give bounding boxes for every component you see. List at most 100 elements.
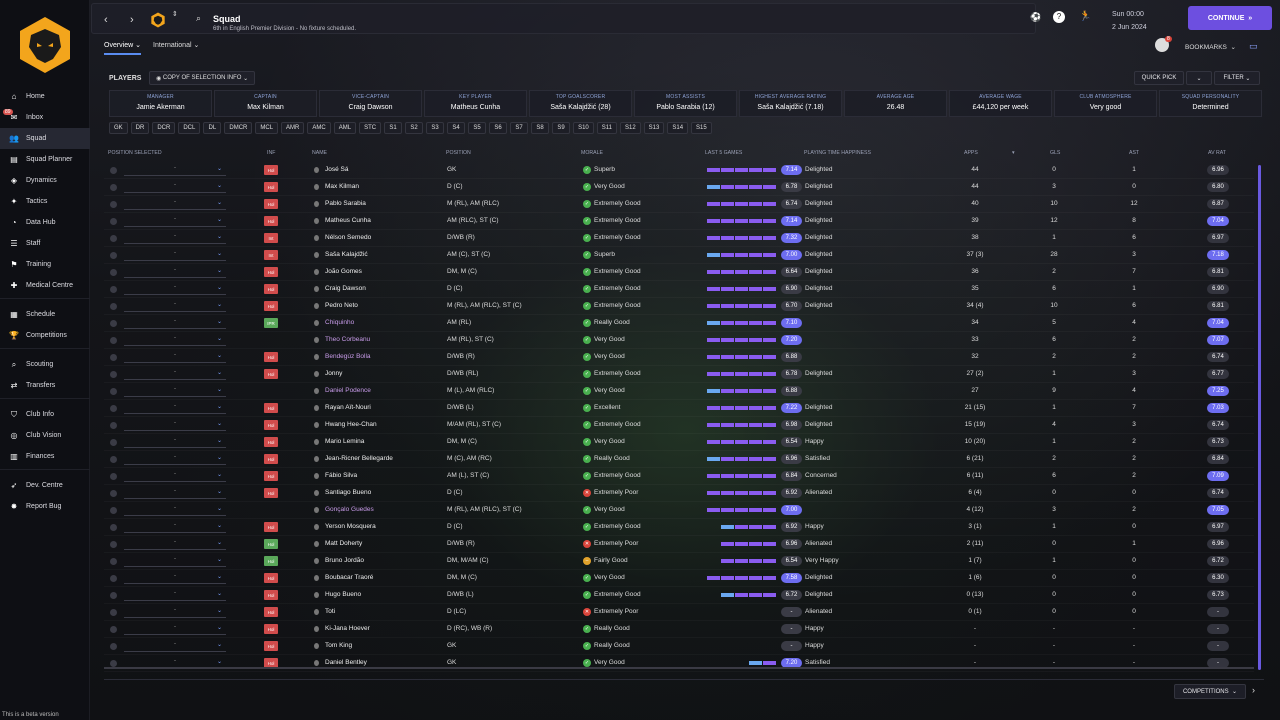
col-position-selected[interactable]: POSITION SELECTED [108,150,162,156]
col-ast[interactable]: AST [1129,150,1139,156]
table-row[interactable]: - ⌄ IPR Chiquinho AM (RL) ✓ Really Good 7.10 34 5… [104,315,1254,332]
table-row[interactable]: - ⌄ Hol Pablo Sarabia M (RL), AM (RLC) ✓ Extre… [104,196,1254,213]
position-select[interactable]: - ⌄ [124,165,226,176]
table-row[interactable]: - ⌄ Theo Corbeanu AM (RL), ST (C) ✓ Very Good… [104,332,1254,349]
filter-dr[interactable]: DR [130,122,150,134]
player-name[interactable]: Max Kilman [325,183,359,190]
quick-pick-dropdown[interactable]: ⌄ [1186,71,1212,85]
sidebar-item-staff[interactable]: ☰ Staff [0,233,90,254]
sidebar-item-home[interactable]: ⌂ Home [0,86,90,107]
table-row[interactable]: - ⌄ Hol Jonny D/WB (RL) ✓ Extremely Good 6.78 De… [104,366,1254,383]
sidebar-item-training[interactable]: ⚑ Training [0,254,90,275]
filter-s13[interactable]: S13 [643,122,665,134]
col-position[interactable]: POSITION [446,150,471,156]
position-select[interactable]: - ⌄ [124,335,226,346]
table-row[interactable]: - ⌄ Hol Pedro Neto M (RL), AM (RLC), ST (C) ✓… [104,298,1254,315]
filter-s12[interactable]: S12 [619,122,641,134]
table-row[interactable]: - ⌄ Hol Boubacar Traoré DM, M (C) ✓ Very Good 7… [104,570,1254,587]
stat-squad-personality[interactable]: SQUAD PERSONALITY Determined [1159,90,1262,117]
filter-s2[interactable]: S2 [405,122,424,134]
sidebar-item-medical-centre[interactable]: ✚ Medical Centre [0,275,90,296]
position-select[interactable]: - ⌄ [124,267,226,278]
selection-dot[interactable] [110,609,117,616]
stat-highest-average-rating[interactable]: HIGHEST AVERAGE RATING Saša Kalajdžić (7.… [739,90,842,117]
position-select[interactable]: - ⌄ [124,199,226,210]
position-select[interactable]: - ⌄ [124,403,226,414]
table-row[interactable]: - ⌄ Hol Hwang Hee-Chan M/AM (RL), ST (C) ✓ Ext… [104,417,1254,434]
player-name[interactable]: Boubacar Traoré [325,574,373,581]
col-last5[interactable]: LAST 5 GAMES [705,150,742,156]
selection-dot[interactable] [110,422,117,429]
position-select[interactable]: - ⌄ [124,573,226,584]
copy-selection-dropdown[interactable]: ◉ COPY OF SELECTION INFO ⌄ [149,71,256,85]
filter-s1[interactable]: S1 [384,122,403,134]
selection-dot[interactable] [110,167,117,174]
selection-dot[interactable] [110,371,117,378]
position-select[interactable]: - ⌄ [124,437,226,448]
player-name[interactable]: Yerson Mosquera [325,523,376,530]
selection-dot[interactable] [110,337,117,344]
player-name[interactable]: Jonny [325,370,342,377]
club-crest-icon[interactable] [15,15,75,75]
position-select[interactable]: - ⌄ [124,539,226,550]
player-name[interactable]: Chiquinho [325,319,354,326]
table-row[interactable]: - ⌄ Hol Max Kilman D (C) ✓ Very Good 6.78 Deligh… [104,179,1254,196]
table-row[interactable]: - ⌄ Hol José Sá GK ✓ Superb 7.14 Delighted 44 0 1 6.… [104,162,1254,179]
position-select[interactable]: - ⌄ [124,488,226,499]
col-inf[interactable]: INF [267,150,275,156]
chevron-right-icon[interactable]: › [1252,685,1255,695]
col-morale[interactable]: MORALE [581,150,603,156]
position-select[interactable]: - ⌄ [124,318,226,329]
col-avrat[interactable]: AV RAT [1208,150,1226,156]
club-badge-icon[interactable] [150,12,166,28]
club-switch-icon[interactable]: ⇕ [172,10,178,18]
stat-average-age[interactable]: AVERAGE AGE 26.48 [844,90,947,117]
player-name[interactable]: Toti [325,608,335,615]
filter-amr[interactable]: AMR [281,122,305,134]
position-select[interactable]: - ⌄ [124,284,226,295]
table-row[interactable]: - ⌄ Hol Yerson Mosquera D (C) ✓ Extremely Good… [104,519,1254,536]
table-row[interactable]: - ⌄ Int Saša Kalajdžić AM (C), ST (C) ✓ Superb… [104,247,1254,264]
filter-dcr[interactable]: DCR [152,122,176,134]
vertical-scrollbar[interactable] [1258,165,1261,670]
selection-dot[interactable] [110,439,117,446]
player-name[interactable]: Ki-Jana Hoever [325,625,370,632]
table-row[interactable]: - ⌄ Hol João Gomes DM, M (C) ✓ Extremely Good 6… [104,264,1254,281]
selection-dot[interactable] [110,388,117,395]
selection-dot[interactable] [110,660,117,667]
selection-dot[interactable] [110,235,117,242]
position-select[interactable]: - ⌄ [124,386,226,397]
player-name[interactable]: Fábio Silva [325,472,357,479]
position-select[interactable]: - ⌄ [124,522,226,533]
sidebar-item-schedule[interactable]: ▦ Schedule [0,304,90,325]
player-name[interactable]: Bruno Jordão [325,557,364,564]
table-row[interactable]: - ⌄ Daniel Podence M (L), AM (RLC) ✓ Very Goo… [104,383,1254,400]
player-name[interactable]: Bendegúz Bolla [325,353,371,360]
filter-s15[interactable]: S15 [691,122,712,134]
position-select[interactable]: - ⌄ [124,420,226,431]
selection-dot[interactable] [110,575,117,582]
player-name[interactable]: Hwang Hee-Chan [325,421,377,428]
player-name[interactable]: Matheus Cunha [325,217,371,224]
player-name[interactable]: Hugo Bueno [325,591,361,598]
table-row[interactable]: - ⌄ Int Nélson Semedo D/WB (R) ✓ Extremely Goo… [104,230,1254,247]
forward-arrow-icon[interactable]: › [130,14,134,26]
table-row[interactable]: - ⌄ Hol Toti D (LC) ✕ Extremely Poor - Alienated… [104,604,1254,621]
filter-s9[interactable]: S9 [552,122,571,134]
run-icon[interactable]: 🏃 [1079,11,1091,22]
position-select[interactable]: - ⌄ [124,182,226,193]
sidebar-item-inbox[interactable]: ✉ Inbox 89 [0,107,90,128]
selection-dot[interactable] [110,592,117,599]
table-row[interactable]: - ⌄ Hol Fábio Silva AM (L), ST (C) ✓ Extremely… [104,468,1254,485]
selection-dot[interactable] [110,643,117,650]
position-select[interactable]: - ⌄ [124,216,226,227]
position-select[interactable]: - ⌄ [124,250,226,261]
player-name[interactable]: Rayan Aït-Nouri [325,404,371,411]
table-row[interactable]: - ⌄ Hol Rayan Aït-Nouri D/WB (L) ✓ Excellent 7.… [104,400,1254,417]
quick-pick-button[interactable]: QUICK PICK [1134,71,1184,85]
sidebar-item-report-bug[interactable]: ✸ Report Bug [0,496,90,517]
player-name[interactable]: Matt Doherty [325,540,362,547]
selection-dot[interactable] [110,218,117,225]
position-select[interactable]: - ⌄ [124,624,226,635]
player-name[interactable]: Craig Dawson [325,285,366,292]
